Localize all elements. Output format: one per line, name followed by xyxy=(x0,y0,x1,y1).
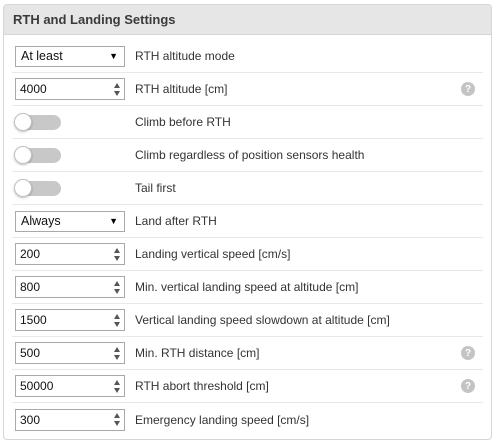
setting-control xyxy=(14,145,125,164)
spinner-down-icon[interactable] xyxy=(113,387,120,393)
setting-label: Vertical landing speed slowdown at altit… xyxy=(135,313,390,327)
settings-list: At least ▼ RTH altitude mode 4000 RTH altitu… xyxy=(4,35,491,436)
spinner-up-icon[interactable] xyxy=(113,313,120,319)
spinner-up-icon[interactable] xyxy=(113,346,120,352)
setting-label: Land after RTH xyxy=(135,214,217,228)
spinner-up-icon[interactable] xyxy=(113,280,120,286)
setting-number-input[interactable]: 4000 xyxy=(15,78,125,100)
setting-label: Landing vertical speed [cm/s] xyxy=(135,247,291,261)
setting-select[interactable]: At least ▼ xyxy=(15,45,125,67)
setting-row: 500 Min. RTH distance [cm]? xyxy=(12,337,483,370)
setting-control: Always ▼ xyxy=(15,210,125,232)
setting-label: Climb before RTH xyxy=(135,115,231,129)
setting-toggle-switch[interactable] xyxy=(14,145,61,164)
setting-label: Tail first xyxy=(135,181,176,195)
setting-label: RTH abort threshold [cm] xyxy=(135,379,269,393)
select-value: At least xyxy=(21,49,63,63)
setting-control: 1500 xyxy=(15,309,125,331)
setting-control: 300 xyxy=(15,408,125,431)
spinner-arrows-icon[interactable] xyxy=(111,277,122,297)
question-mark-icon[interactable]: ? xyxy=(461,82,475,96)
spinner-down-icon[interactable] xyxy=(113,321,120,327)
setting-control xyxy=(14,112,125,131)
setting-label: Min. vertical landing speed at altitude … xyxy=(135,280,359,294)
number-value: 500 xyxy=(20,346,41,360)
spinner-up-icon[interactable] xyxy=(113,82,120,88)
setting-control: 200 xyxy=(15,243,125,265)
caret-down-icon: ▼ xyxy=(109,51,118,61)
setting-control: At least ▼ xyxy=(15,45,125,67)
question-mark-icon[interactable]: ? xyxy=(461,346,475,360)
setting-label: Climb regardless of position sensors hea… xyxy=(135,148,365,162)
setting-number-input[interactable]: 1500 xyxy=(15,309,125,331)
setting-label: RTH altitude [cm] xyxy=(135,82,228,96)
setting-row: 800 Min. vertical landing speed at altitu… xyxy=(12,271,483,304)
spinner-arrows-icon[interactable] xyxy=(111,410,122,430)
setting-row: Climb regardless of position sensors hea… xyxy=(12,139,483,172)
spinner-arrows-icon[interactable] xyxy=(111,310,122,330)
setting-row: 300 Emergency landing speed [cm/s] xyxy=(12,403,483,436)
rth-landing-settings-panel: RTH and Landing Settings At least ▼ RTH al… xyxy=(3,4,492,440)
spinner-down-icon[interactable] xyxy=(113,90,120,96)
spinner-arrows-icon[interactable] xyxy=(111,244,122,264)
setting-row: Always ▼ Land after RTH xyxy=(12,205,483,238)
caret-down-icon: ▼ xyxy=(109,216,118,226)
spinner-arrows-icon[interactable] xyxy=(111,376,122,396)
spinner-up-icon[interactable] xyxy=(113,413,120,418)
setting-control xyxy=(14,178,125,197)
toggle-knob xyxy=(14,145,32,164)
spinner-down-icon[interactable] xyxy=(113,421,120,426)
setting-control: 500 xyxy=(15,342,125,364)
toggle-knob xyxy=(14,112,32,131)
number-value: 1500 xyxy=(20,313,47,327)
number-value: 4000 xyxy=(20,82,47,96)
setting-number-input[interactable]: 300 xyxy=(15,408,125,431)
setting-toggle-switch[interactable] xyxy=(14,112,61,131)
setting-row: 50000 RTH abort threshold [cm]? xyxy=(12,370,483,403)
number-value: 50000 xyxy=(20,379,54,393)
number-value: 800 xyxy=(20,280,41,294)
setting-number-input[interactable]: 50000 xyxy=(15,375,125,397)
question-mark-icon[interactable]: ? xyxy=(461,379,475,393)
setting-toggle-switch[interactable] xyxy=(14,178,61,197)
setting-row: Climb before RTH xyxy=(12,106,483,139)
spinner-up-icon[interactable] xyxy=(113,379,120,385)
spinner-arrows-icon[interactable] xyxy=(111,79,122,99)
spinner-arrows-icon[interactable] xyxy=(111,343,122,363)
panel-title: RTH and Landing Settings xyxy=(4,5,491,35)
setting-number-input[interactable]: 800 xyxy=(15,276,125,298)
number-value: 300 xyxy=(20,412,41,427)
setting-label: RTH altitude mode xyxy=(135,49,235,63)
spinner-down-icon[interactable] xyxy=(113,255,120,261)
setting-row: 4000 RTH altitude [cm]? xyxy=(12,73,483,106)
setting-row: 200 Landing vertical speed [cm/s] xyxy=(12,238,483,271)
setting-number-input[interactable]: 200 xyxy=(15,243,125,265)
setting-label: Emergency landing speed [cm/s] xyxy=(135,412,310,427)
setting-control: 4000 xyxy=(15,78,125,100)
toggle-knob xyxy=(14,178,32,197)
setting-control: 50000 xyxy=(15,375,125,397)
number-value: 200 xyxy=(20,247,41,261)
setting-control: 800 xyxy=(15,276,125,298)
setting-number-input[interactable]: 500 xyxy=(15,342,125,364)
setting-row: 1500 Vertical landing speed slowdown at a… xyxy=(12,304,483,337)
spinner-down-icon[interactable] xyxy=(113,288,120,294)
setting-select[interactable]: Always ▼ xyxy=(15,210,125,232)
spinner-up-icon[interactable] xyxy=(113,247,120,253)
spinner-down-icon[interactable] xyxy=(113,354,120,360)
select-value: Always xyxy=(21,214,61,228)
setting-row: At least ▼ RTH altitude mode xyxy=(12,40,483,73)
setting-row: Tail first xyxy=(12,172,483,205)
setting-label: Min. RTH distance [cm] xyxy=(135,346,260,360)
